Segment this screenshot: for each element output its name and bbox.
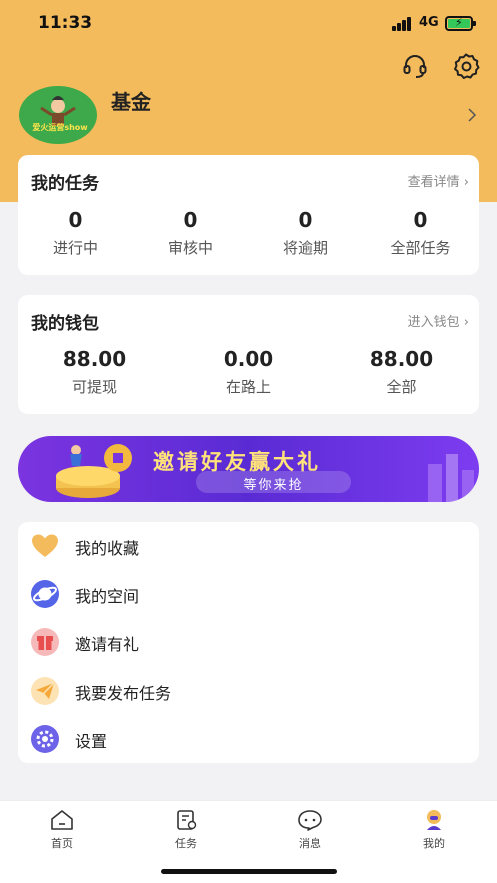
username: 基金 (111, 90, 151, 114)
menu-item-space[interactable]: 我的空间 (18, 570, 479, 618)
wallet-title: 我的钱包 (31, 314, 99, 334)
heart-icon (30, 531, 60, 561)
status-bar: 11:33 4G ⚡ (0, 0, 497, 48)
menu-item-publish-task[interactable]: 我要发布任务 (18, 667, 479, 715)
wallet-enter-link[interactable]: 进入钱包 › (408, 311, 469, 330)
paper-plane-icon (30, 676, 60, 706)
gear-icon (30, 724, 60, 754)
menu-label: 我的空间 (75, 587, 140, 606)
planet-icon (30, 579, 60, 609)
menu-item-settings[interactable]: 设置 (18, 715, 479, 763)
home-indicator (161, 869, 337, 874)
menu-label: 我的收藏 (75, 539, 140, 558)
settings-gear-icon[interactable] (452, 52, 480, 80)
tab-label: 任务 (175, 837, 197, 850)
stat-label: 可提现 (71, 378, 117, 396)
task-icon (177, 810, 197, 830)
wallet-stat-total[interactable]: 88.00 全部 (344, 347, 459, 397)
stat-value: 0 (413, 208, 428, 232)
battery-icon: ⚡ (445, 16, 476, 31)
stat-label: 进行中 (52, 239, 98, 257)
stat-value: 88.00 (62, 347, 127, 371)
menu-item-invite[interactable]: 邀请有礼 (18, 618, 479, 666)
menu-label: 我要发布任务 (75, 684, 172, 703)
tab-label: 消息 (299, 837, 321, 850)
tasks-card: 我的任务 查看详情 › 0 进行中 0 审核中 0 将逾期 0 全部任务 (18, 155, 479, 275)
menu-item-favorites[interactable]: 我的收藏 (18, 522, 479, 570)
message-icon (298, 810, 322, 831)
wallet-stat-in-transit[interactable]: 0.00 在路上 (191, 347, 306, 397)
task-stat-all[interactable]: 0 全部任务 (363, 208, 478, 258)
tab-profile[interactable]: 我的 (394, 809, 474, 859)
banner-subtext: 等你来抢 (243, 478, 304, 493)
stat-label: 将逾期 (282, 239, 328, 257)
avatar-caption: 爱火运营show (32, 123, 88, 132)
tab-home[interactable]: 首页 (22, 809, 102, 859)
profile-chevron-icon[interactable] (467, 107, 477, 123)
tasks-title: 我的任务 (31, 174, 99, 194)
stat-label: 审核中 (167, 239, 213, 257)
stat-value: 0 (68, 208, 83, 232)
task-stat-reviewing[interactable]: 0 审核中 (133, 208, 248, 258)
menu-card: 我的收藏 我的空间 邀请有礼 我要发布任务 设置 (18, 522, 479, 763)
task-stat-overdue-soon[interactable]: 0 将逾期 (248, 208, 363, 258)
status-time: 11:33 (38, 13, 93, 33)
menu-label: 邀请有礼 (75, 635, 140, 654)
tab-label: 首页 (51, 837, 73, 850)
tasks-details-link[interactable]: 查看详情 › (408, 171, 469, 190)
stat-value: 0 (298, 208, 313, 232)
stat-value: 0 (183, 208, 198, 232)
stat-label: 全部任务 (390, 239, 451, 257)
wallet-stat-withdrawable[interactable]: 88.00 可提现 (37, 347, 152, 397)
stat-label: 全部 (386, 378, 417, 396)
task-stat-in-progress[interactable]: 0 进行中 (18, 208, 133, 258)
signal-icon (392, 17, 414, 31)
avatar[interactable]: 爱火运营show (19, 86, 97, 144)
tab-label: 我的 (423, 837, 445, 850)
tab-messages[interactable]: 消息 (270, 809, 350, 859)
wallet-card: 我的钱包 进入钱包 › 88.00 可提现 0.00 在路上 88.00 全部 (18, 295, 479, 414)
gift-icon (30, 627, 60, 657)
stat-value: 88.00 (369, 347, 434, 371)
stat-value: 0.00 (223, 347, 274, 371)
stat-label: 在路上 (225, 378, 271, 396)
invite-banner[interactable]: 邀请好友赢大礼 等你来抢 (18, 436, 479, 502)
tab-tasks[interactable]: 任务 (146, 809, 226, 859)
customer-service-icon[interactable] (401, 52, 429, 80)
network-type: 4G (419, 15, 439, 30)
menu-label: 设置 (75, 732, 108, 751)
home-icon (51, 810, 73, 830)
profile-icon (427, 810, 441, 830)
banner-sub-pill: 等你来抢 (196, 471, 351, 493)
